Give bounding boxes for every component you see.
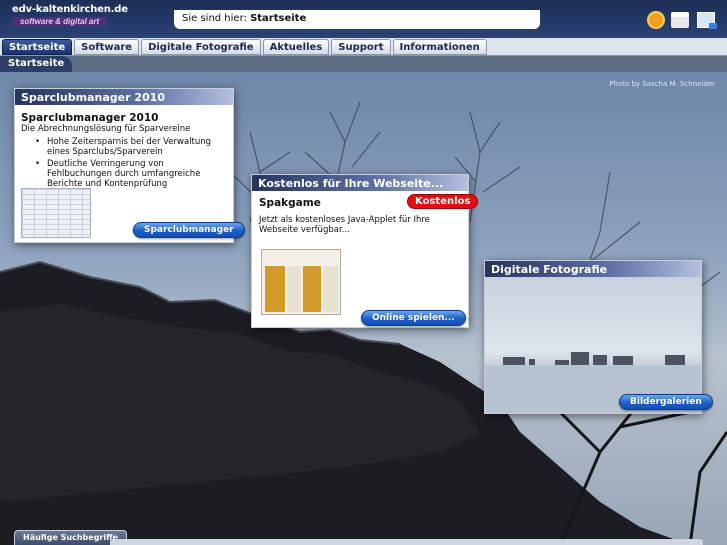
- bildergalerien-button[interactable]: Bildergalerien: [619, 394, 713, 410]
- spakgame-card: Kostenlos für Ihre Webseite... Spakgame …: [251, 174, 479, 328]
- sparclub-feature-list: Hohe Zeitersparnis bei der Verwaltung ei…: [21, 137, 227, 189]
- online-spielen-button[interactable]: Online spielen...: [361, 310, 466, 326]
- mail-icon[interactable]: [697, 12, 717, 29]
- tab-software[interactable]: Software: [74, 39, 140, 55]
- breadcrumb-prefix: Sie sind hier:: [182, 13, 251, 24]
- spakgame-card-header: Kostenlos für Ihre Webseite...: [252, 175, 468, 191]
- tab-aktuelles[interactable]: Aktuelles: [262, 39, 330, 55]
- fotografie-card: Digitale Fotografie Bildergalerien: [484, 260, 713, 414]
- breadcrumb: Sie sind hier: Startseite: [174, 10, 540, 29]
- header-icons: [649, 12, 717, 29]
- tab-startseite[interactable]: Startseite: [2, 39, 73, 55]
- sparclub-title: Sparclubmanager 2010: [21, 112, 159, 124]
- fotografie-card-header: Digitale Fotografie: [485, 261, 701, 277]
- spakgame-board-preview: [261, 249, 341, 315]
- subtab-startseite[interactable]: Startseite: [0, 56, 73, 72]
- tab-support[interactable]: Support: [331, 39, 391, 55]
- site-logo[interactable]: edv-kaltenkirchen.de software & digital …: [12, 4, 128, 27]
- tab-digitale-fotografie[interactable]: Digitale Fotografie: [141, 39, 261, 55]
- tab-informationen[interactable]: Informationen: [392, 39, 487, 55]
- photo-credit: Photo by Sascha M. Schneider: [609, 80, 715, 88]
- search-terms-bar: [110, 539, 703, 545]
- printer-icon[interactable]: [671, 12, 689, 28]
- logo-title: edv-kaltenkirchen.de: [12, 4, 128, 15]
- logo-subtitle: software & digital art: [12, 17, 108, 26]
- breadcrumb-current: Startseite: [250, 13, 307, 24]
- site-header: edv-kaltenkirchen.de software & digital …: [0, 0, 727, 38]
- fotografie-preview-image: [485, 277, 701, 413]
- sparclub-card: Sparclubmanager 2010 Sparclubmanager 201…: [14, 88, 245, 243]
- main-navigation: Startseite Software Digitale Fotografie …: [0, 38, 727, 56]
- list-item: Hohe Zeitersparnis bei der Verwaltung ei…: [35, 137, 227, 157]
- sparclub-card-header: Sparclubmanager 2010: [15, 89, 233, 105]
- sparclub-intro: Die Abrechnungslösung für Sparvereine: [21, 124, 191, 134]
- sub-navigation: Startseite: [0, 56, 727, 72]
- spakgame-description: Jetzt als kostenloses Java-Applet für Ih…: [259, 215, 430, 235]
- sparclub-screenshot: [21, 188, 91, 238]
- sparclubmanager-button[interactable]: Sparclubmanager: [133, 222, 245, 238]
- sun-icon[interactable]: [649, 13, 663, 27]
- list-item: Deutliche Verringerung von Fehlbuchungen…: [35, 159, 227, 189]
- kostenlos-badge: Kostenlos: [407, 194, 479, 209]
